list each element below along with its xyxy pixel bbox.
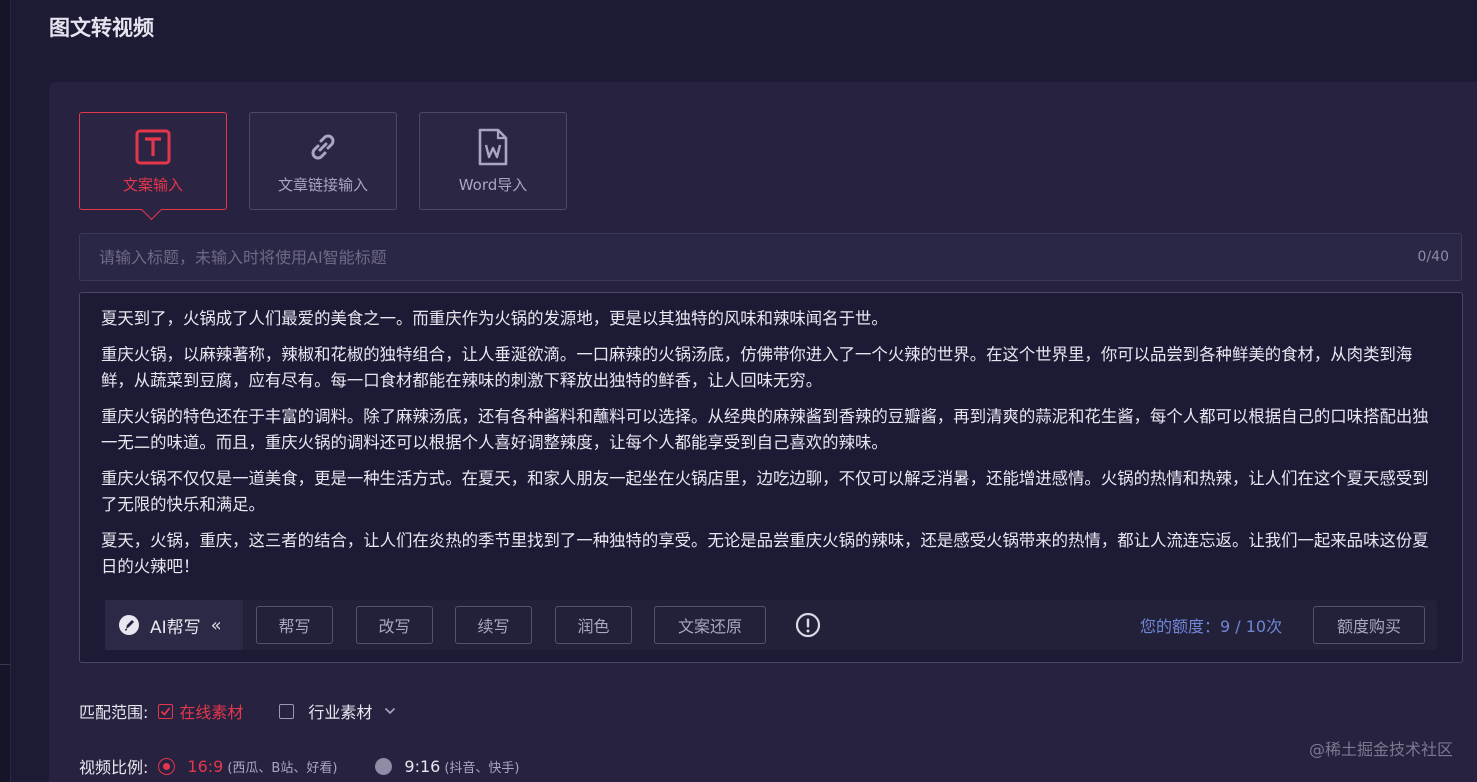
ratio-16-9-note: (西瓜、B站、好看): [227, 760, 338, 776]
video-ratio-row: 视频比例: 16:9 (西瓜、B站、好看) 9:16 (抖音、快手): [79, 754, 520, 778]
ai-pen-icon: [119, 615, 139, 635]
ai-brand: AI帮写 «: [105, 600, 243, 650]
word-file-icon: [474, 128, 512, 166]
online-material-label[interactable]: 在线素材: [179, 699, 243, 723]
match-scope-label: 匹配范围:: [79, 703, 149, 722]
online-material-checkbox[interactable]: [158, 703, 174, 719]
title-char-counter: 0/40: [1417, 249, 1449, 265]
help-write-button[interactable]: 帮写: [256, 606, 333, 644]
watermark: @稀土掘金技术社区: [1308, 740, 1453, 759]
tab-text-input[interactable]: 文案输入: [79, 112, 227, 210]
body-paragraph: 重庆火锅，以麻辣著称，辣椒和花椒的独特组合，让人垂涎欲滴。一口麻辣的火锅汤底，仿…: [101, 345, 1413, 390]
left-edge-strip: [0, 0, 11, 782]
title-input[interactable]: [80, 234, 1399, 280]
restore-text-button[interactable]: 文案还原: [654, 606, 766, 644]
collapse-chevron-icon[interactable]: «: [211, 615, 222, 636]
ratio-9-16-radio[interactable]: [375, 757, 393, 775]
industry-material-label[interactable]: 行业素材: [308, 699, 372, 723]
buy-quota-button[interactable]: 额度购买: [1313, 606, 1425, 644]
link-icon: [304, 128, 342, 166]
body-paragraph: 夏天，火锅，重庆，这三者的结合，让人们在炎热的季节里找到了一种独特的享受。无论是…: [101, 531, 1429, 576]
ratio-9-16-note: (抖音、快手): [444, 760, 520, 776]
tab-word-import[interactable]: Word导入: [419, 112, 567, 210]
page-title: 图文转视频: [49, 16, 154, 40]
page: 图文转视频 文案输入 文章链接输入 Word导入 请输入标题，未输入时将使用AI…: [0, 0, 1477, 782]
body-textarea[interactable]: 夏天到了，火锅成了人们最爱的美食之一。而重庆作为火锅的发源地，更是以其独特的风味…: [79, 292, 1463, 663]
rewrite-button[interactable]: 改写: [356, 606, 433, 644]
body-paragraph: 夏天到了，火锅成了人们最爱的美食之一。而重庆作为火锅的发源地，更是以其独特的风味…: [101, 309, 888, 328]
title-input-container: 0/40: [79, 233, 1462, 281]
text-t-icon: [134, 128, 172, 166]
tab-label: 文案输入: [122, 175, 183, 194]
industry-material-checkbox[interactable]: [279, 703, 295, 719]
video-ratio-label: 视频比例:: [79, 758, 149, 777]
tab-label: Word导入: [458, 175, 528, 194]
exclamation-circle-icon[interactable]: [795, 612, 821, 638]
polish-button[interactable]: 润色: [555, 606, 632, 644]
chevron-down-icon[interactable]: [384, 707, 396, 715]
body-paragraph: 重庆火锅的特色还在于丰富的调料。除了麻辣汤底，还有各种酱料和蘸料可以选择。从经典…: [101, 407, 1429, 452]
quota-text: 您的额度：9 / 10次: [1140, 617, 1283, 636]
ratio-9-16-label[interactable]: 9:16: [404, 757, 440, 776]
ai-toolbar: AI帮写 « 帮写 改写 续写 润色 文案还原 您的额度：9 / 10次 额度购…: [105, 600, 1437, 650]
body-paragraph: 重庆火锅不仅仅是一道美食，更是一种生活方式。在夏天，和家人朋友一起坐在火锅店里，…: [101, 469, 1429, 514]
tab-label: 文章链接输入: [277, 175, 368, 194]
main-panel: 文案输入 文章链接输入 Word导入 请输入标题，未输入时将使用AI智能标题 0…: [49, 82, 1477, 782]
ratio-16-9-radio[interactable]: [158, 757, 176, 775]
ratio-16-9-label[interactable]: 16:9: [187, 757, 223, 776]
tab-article-link[interactable]: 文章链接输入: [249, 112, 397, 210]
match-scope-row: 匹配范围: 在线素材 行业素材: [79, 699, 396, 723]
body-text[interactable]: 夏天到了，火锅成了人们最爱的美食之一。而重庆作为火锅的发源地，更是以其独特的风味…: [101, 306, 1441, 590]
ai-brand-label: AI帮写: [150, 617, 201, 638]
check-icon: [161, 706, 171, 716]
continue-write-button[interactable]: 续写: [455, 606, 532, 644]
